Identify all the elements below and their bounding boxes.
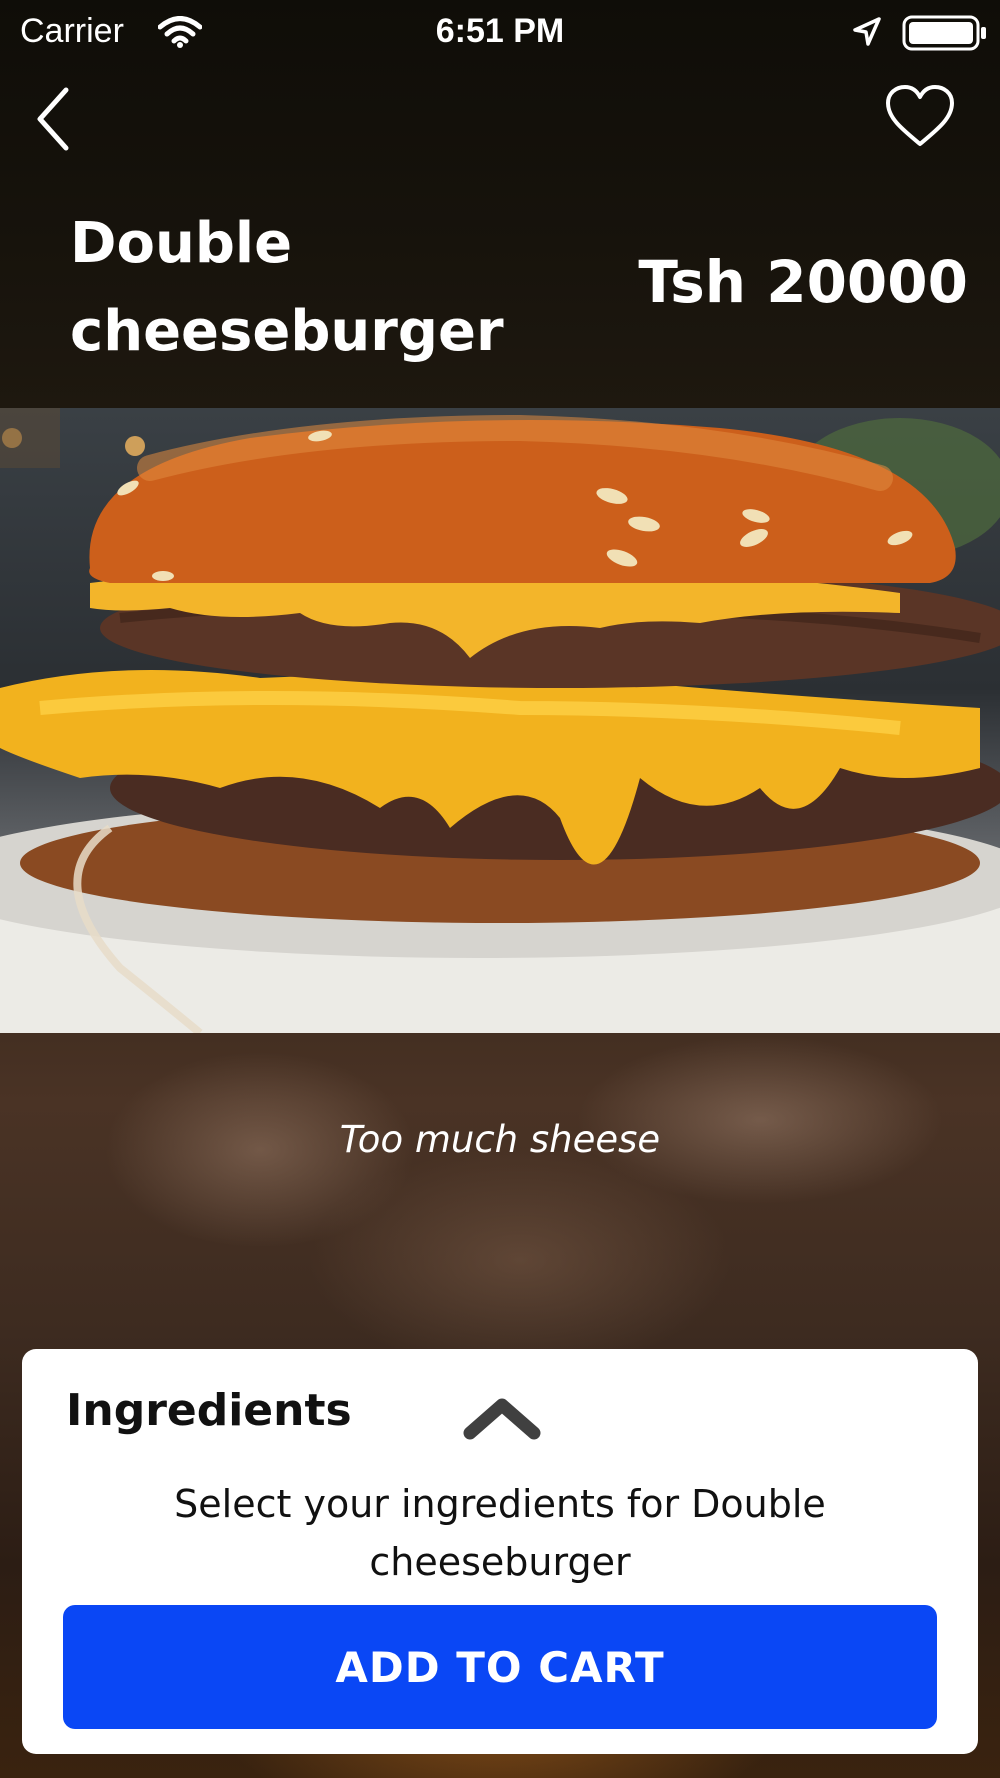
expand-ingredients-button[interactable] xyxy=(462,1393,542,1445)
back-button[interactable] xyxy=(30,84,90,154)
battery-icon xyxy=(902,14,988,56)
favorite-button[interactable] xyxy=(884,84,956,150)
status-bar: Carrier 6:51 PM xyxy=(0,0,1000,66)
clock: 6:51 PM xyxy=(435,12,565,50)
product-title: Double cheeseburger xyxy=(70,211,504,364)
chevron-up-icon xyxy=(463,1398,541,1440)
ingredients-title: Ingredients xyxy=(66,1385,352,1436)
ingredients-prompt: Select your ingredients for Double chees… xyxy=(174,1482,826,1584)
ingredients-panel: Ingredients Select your ingredients for … xyxy=(22,1349,978,1754)
product-image xyxy=(0,408,1000,1033)
add-to-cart-button[interactable]: ADD TO CART xyxy=(63,1605,937,1729)
chevron-left-icon xyxy=(37,87,69,151)
location-arrow-icon xyxy=(852,16,882,52)
product-price: Tsh 20000 xyxy=(638,248,968,316)
product-description: Too much sheese xyxy=(339,1118,661,1161)
heart-outline-icon xyxy=(886,85,954,146)
